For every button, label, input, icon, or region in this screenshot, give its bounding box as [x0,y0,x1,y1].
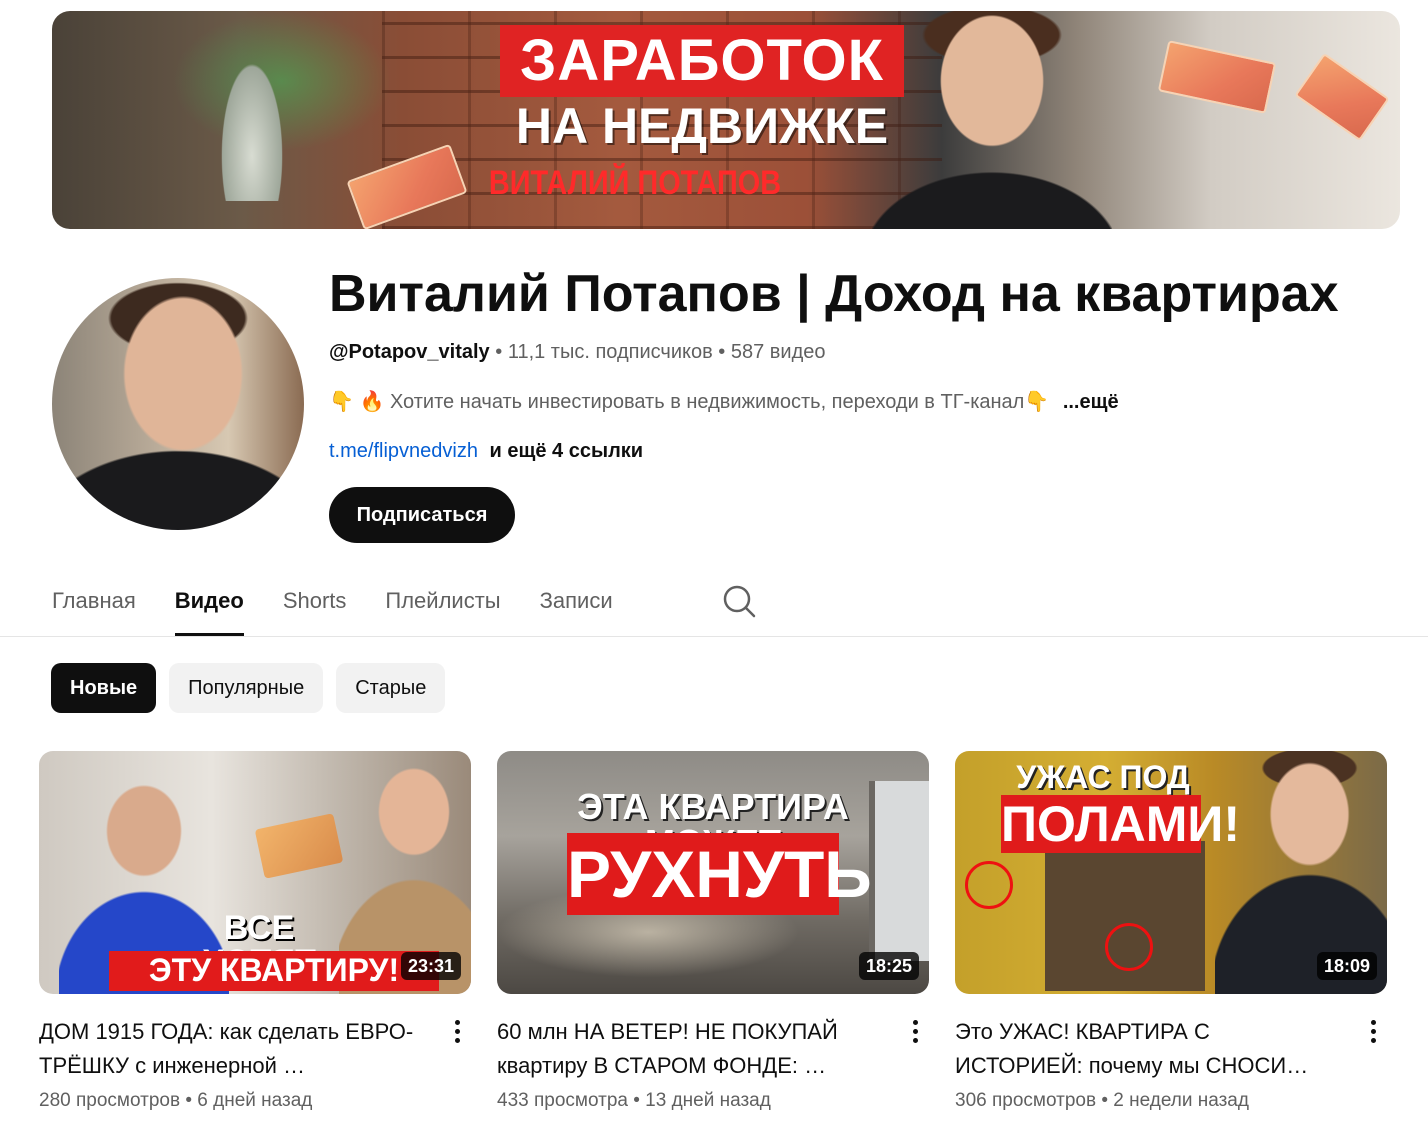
pointing-down-fire-emoji: 👇 🔥 [329,391,385,413]
tab-playlists[interactable]: Плейлисты [385,580,500,636]
video-duration: 18:25 [858,952,919,980]
tab-videos[interactable]: Видео [174,580,244,636]
video-duration: 18:09 [1316,952,1377,980]
video-thumbnail[interactable]: ВСЕ ХОТЯТ ЭТУ КВАРТИРУ! 23:31 [39,751,471,994]
thumbnail-money-image [254,813,344,879]
tab-shorts[interactable]: Shorts [283,580,347,636]
video-card[interactable]: УЖАС ПОД СТАРЫМИ ПОЛАМИ! 18:09 Это УЖАС!… [955,751,1387,1115]
banner-title-line1: ЗАРАБОТОК [520,28,884,93]
sort-chips: Новые Популярные Старые [51,663,446,713]
tabs-divider [0,636,1428,637]
video-meta: 306 просмотров • 2 недели назад [955,1087,1387,1115]
banner-toilet-image [217,51,287,201]
chip-popular[interactable]: Популярные [169,663,324,713]
banner-title-line2: НА НЕДВИЖКЕ [515,98,889,154]
chip-oldest[interactable]: Старые [336,663,446,713]
meta-separator: • [495,341,503,363]
video-title[interactable]: ДОМ 1915 ГОДА: как сделать ЕВРО-ТРЁШКУ с… [39,1015,419,1083]
channel-handle: @Potapov_vitaly [329,341,490,363]
banner-author-name: ВИТАЛИЙ ПОТАПОВ [488,164,782,202]
chip-newest[interactable]: Новые [51,663,157,713]
thumbnail-highlight-circle [965,861,1013,909]
channel-title: Виталий Потапов | Доход на квартирах [329,265,1339,323]
description-more-button[interactable]: ...ещё [1063,391,1119,413]
pointing-down-emoji: 👇 [1024,391,1050,413]
video-views: 433 просмотра [497,1090,628,1111]
video-thumbnail[interactable]: ЭТА КВАРТИРА МОЖЕТ РУХНУТЬ 18:25 [497,751,929,994]
channel-description[interactable]: 👇 🔥 Хотите начать инвестировать в недвиж… [329,388,1119,416]
more-vert-icon[interactable] [447,1014,467,1048]
thumbnail-text-line2: ЭТУ КВАРТИРУ! [148,952,400,988]
channel-banner: ЗАРАБОТОК НА НЕДВИЖКЕ ВИТАЛИЙ ПОТАПОВ [52,11,1400,229]
subscribe-button[interactable]: Подписаться [329,487,515,543]
meta-separator: • [185,1090,192,1111]
video-card[interactable]: ЭТА КВАРТИРА МОЖЕТ РУХНУТЬ 18:25 60 млн … [497,751,929,1115]
banner-money-image [1157,40,1277,114]
video-title[interactable]: 60 млн НА ВЕТЕР! НЕ ПОКУПАЙ квартиру В С… [497,1015,877,1083]
tab-home[interactable]: Главная [52,580,136,636]
video-views: 306 просмотров [955,1090,1097,1111]
video-title[interactable]: Это УЖАС! КВАРТИРА С ИСТОРИЕЙ: почему мы… [955,1015,1335,1083]
meta-separator: • [718,341,726,363]
search-icon-svg [723,585,756,618]
video-age: 13 дней назад [645,1090,771,1111]
channel-meta: @Potapov_vitaly • 11,1 тыс. подписчиков … [329,338,826,366]
description-text: Хотите начать инвестировать в недвижимос… [389,391,1025,413]
video-card[interactable]: ВСЕ ХОТЯТ ЭТУ КВАРТИРУ! 23:31 ДОМ 1915 Г… [39,751,471,1115]
channel-avatar[interactable] [52,278,304,530]
meta-separator: • [633,1090,640,1111]
video-meta: 433 просмотра • 13 дней назад [497,1087,929,1115]
channel-links: t.me/flipvnedvizh и ещё 4 ссылки [329,437,643,465]
video-views: 280 просмотров [39,1090,181,1111]
video-meta: 280 просмотров • 6 дней назад [39,1087,471,1115]
video-duration: 23:31 [400,952,461,980]
thumbnail-text-line2: ПОЛАМИ! [1001,796,1241,852]
banner-money-image [1294,52,1390,142]
subscriber-count: 11,1 тыс. подписчиков [507,341,713,363]
more-vert-icon[interactable] [1363,1014,1383,1048]
channel-link[interactable]: t.me/flipvnedvizh [329,440,478,462]
more-vert-icon[interactable] [905,1014,925,1048]
video-thumbnail[interactable]: УЖАС ПОД СТАРЫМИ ПОЛАМИ! 18:09 [955,751,1387,994]
more-links-button[interactable]: и ещё 4 ссылки [490,440,644,462]
thumbnail-highlight-circle [1105,923,1153,971]
search-icon[interactable] [720,580,758,622]
tab-posts[interactable]: Записи [540,580,613,636]
video-age: 6 дней назад [197,1090,313,1111]
channel-tabs: Главная Видео Shorts Плейлисты Записи [52,580,652,636]
video-count: 587 видео [730,341,826,363]
thumbnail-text-line2: РУХНУТЬ [567,837,872,911]
video-age: 2 недели назад [1113,1090,1249,1111]
meta-separator: • [1101,1090,1108,1111]
